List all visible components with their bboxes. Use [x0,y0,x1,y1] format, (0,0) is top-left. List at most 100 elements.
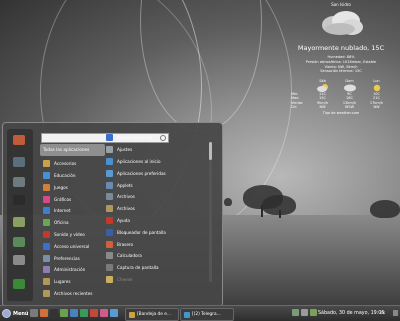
app-item[interactable]: Aplicaciones al inicio [103,156,206,168]
app-item[interactable]: Captura de pantalla [103,262,206,274]
app-icon [106,181,113,189]
sunny-icon [363,84,390,92]
category-item[interactable]: Gráficos [40,193,105,205]
app-item[interactable]: Aplicaciones preferidas [103,167,206,179]
app-icon [106,205,113,213]
weather-forecast: Sáb Dom Lun Min: 11C 9C 10C Max: 15C 16C… [291,79,391,109]
app-icon [106,240,113,248]
app-item[interactable]: Cheese [103,274,206,286]
software-manager-icon[interactable] [13,157,25,167]
app-list-scrollbar[interactable] [209,142,212,282]
category-icon [43,207,50,215]
category-label: Gráficos [54,196,72,202]
files-icon[interactable] [13,217,25,227]
menu-button-label: Menú [13,310,29,317]
category-item[interactable]: Accesorios [40,158,105,170]
terminal-launcher-icon[interactable] [50,309,58,317]
keyboard-layout[interactable]: es [380,308,385,319]
logout-icon[interactable] [13,255,25,265]
category-item[interactable]: Archivos recientes [40,288,105,300]
category-icon [43,195,50,203]
category-item[interactable]: Preferencias [40,252,105,264]
battery-icon[interactable] [310,309,317,316]
app-icon [106,146,113,154]
app-item[interactable]: Ajustes [103,144,206,156]
shutdown-icon[interactable] [13,279,25,289]
category-item[interactable]: Todas las aplicaciones [40,144,105,156]
category-icon [43,242,50,250]
show-desktop-icon[interactable] [30,309,38,317]
lock-screen-icon[interactable] [13,237,25,247]
volume-icon[interactable] [301,309,308,316]
window-title: [(2) Telegra... [192,312,221,317]
app-item[interactable]: Brasero [103,238,206,250]
category-icon [43,183,50,191]
category-icon [43,289,50,297]
category-item[interactable]: Acceso universal [40,240,105,252]
mail-launcher-icon[interactable] [70,309,78,317]
media-launcher-icon[interactable] [90,309,98,317]
category-item[interactable]: Sonido y vídeo [40,229,105,241]
category-label: Juegos [54,184,68,190]
image-launcher-icon[interactable] [100,309,108,317]
app-label: Calculadora [117,253,142,259]
office-launcher-icon[interactable] [80,309,88,317]
tree-trunk [279,210,281,218]
app-label: Archivos [117,206,135,212]
app-item[interactable]: Bloqueador de pantalla [103,226,206,238]
network-icon[interactable] [292,309,299,316]
category-icon [43,230,50,238]
forecast-row-label: Dir: [291,104,298,109]
firefox-launcher-icon[interactable] [40,309,48,317]
app-label: Applets [117,182,133,188]
app-label: Archivos [117,194,135,200]
category-label: Accesorios [54,161,77,167]
menu-gear-icon [2,309,11,318]
firefox-icon[interactable] [13,135,25,145]
weather-location: San Isidro [331,2,351,7]
chat-launcher-icon[interactable] [110,309,118,317]
forecast-value: NW [319,104,326,109]
category-item[interactable]: Oficina [40,217,105,229]
weather-provider-link[interactable]: Tipo de weather.com [286,111,396,115]
app-item[interactable]: Archivos [103,203,206,215]
category-label: Todas las aplicaciones [43,147,90,153]
clock[interactable]: Sábado, 30 de mayo, 19:05 [318,308,384,319]
category-item[interactable]: Educación [40,170,105,182]
partly-cloudy-icon [309,84,336,93]
settings-icon[interactable] [13,177,25,187]
category-item[interactable]: Administración [40,264,105,276]
cloudy-icon [336,84,363,92]
menu-button[interactable]: Menú [2,308,29,319]
app-item[interactable]: Archivos [103,191,206,203]
category-icon [43,278,50,286]
app-label: Ayuda [117,217,130,223]
show-desktop-corner-icon[interactable] [393,310,398,316]
category-label: Acceso universal [54,243,90,249]
category-label: Lugares [54,279,71,285]
files-launcher-icon[interactable] [60,309,68,317]
app-label: Captura de pantalla [117,265,159,271]
category-icon [43,266,50,274]
app-label: Aplicaciones preferidas [117,170,166,176]
cloud-icon [318,10,364,36]
category-item[interactable]: Juegos [40,181,105,193]
app-label: Cheese [117,276,133,282]
category-icon [43,219,50,227]
category-item[interactable]: Internet [40,205,105,217]
forecast-value: NW [373,104,380,109]
app-item[interactable]: Applets [103,179,206,191]
taskbar-window-button[interactable]: [Bandeja de e... [125,308,179,321]
category-item[interactable]: Lugares [40,276,105,288]
category-icon [43,171,50,179]
app-icon [106,228,113,236]
scrollbar-thumb[interactable] [209,142,212,160]
app-item[interactable]: Ayuda [103,215,206,227]
app-item[interactable]: Calculadora [103,250,206,262]
taskbar-window-button[interactable]: [(2) Telegra... [180,308,234,321]
terminal-icon[interactable] [13,195,25,205]
app-item[interactable]: Acceso universal [103,132,206,144]
window-title: [Bandeja de e... [137,312,172,317]
weather-feels-like: Sensación térmica: 15C [320,69,362,74]
category-label: Internet [54,208,71,214]
